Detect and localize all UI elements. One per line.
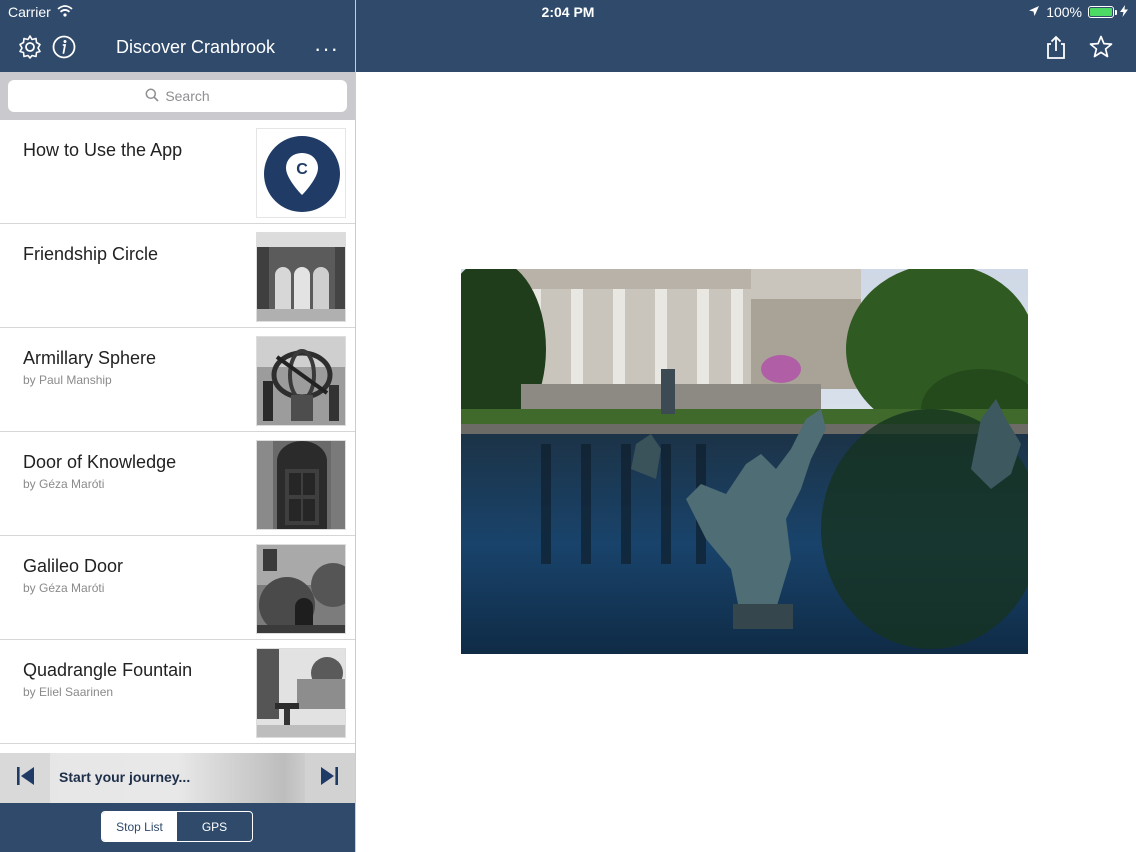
search-icon xyxy=(145,88,159,105)
top-bar: Carrier 2:04 PM 100% Discover Cranbrook … xyxy=(0,0,1136,72)
search-input[interactable]: Search xyxy=(8,80,347,112)
list-item[interactable]: Galileo Door by Géza Maróti xyxy=(0,536,355,640)
stop-title: Quadrangle Fountain xyxy=(23,660,193,680)
status-time: 2:04 PM xyxy=(541,4,595,20)
list-item[interactable]: Quadrangle Fountain by Eliel Saarinen xyxy=(0,640,355,744)
stop-subtitle: by Géza Maróti xyxy=(23,581,105,595)
stop-title: Door of Knowledge xyxy=(23,452,177,472)
view-mode-segmented-control: Stop List GPS xyxy=(101,811,253,842)
detail-pane xyxy=(356,72,1136,852)
list-item[interactable]: How to Use the App C xyxy=(0,120,355,224)
app-title: Discover Cranbrook xyxy=(116,37,276,57)
app-root: Carrier 2:04 PM 100% Discover Cranbrook … xyxy=(0,0,1136,852)
skip-back-icon xyxy=(14,765,36,792)
previous-stop-button[interactable] xyxy=(0,753,50,803)
svg-text:C: C xyxy=(296,161,308,178)
journey-label[interactable]: Start your journey... xyxy=(59,769,190,785)
stop-list: How to Use the App C Friendship Circle A… xyxy=(0,120,355,744)
search-placeholder: Search xyxy=(165,88,210,104)
list-item[interactable]: Friendship Circle xyxy=(0,224,355,328)
stop-subtitle: by Géza Maróti xyxy=(23,477,105,491)
skip-forward-icon xyxy=(319,765,341,792)
search-bar: Search xyxy=(0,72,355,120)
stop-subtitle: by Paul Manship xyxy=(23,373,112,387)
stop-title: Armillary Sphere xyxy=(23,348,157,368)
location-arrow-icon xyxy=(1028,4,1040,20)
stop-title: Friendship Circle xyxy=(23,244,159,264)
stop-list-segment[interactable]: Stop List xyxy=(102,812,177,841)
status-right: 100% xyxy=(1028,4,1128,20)
quadrangle-fountain-thumbnail xyxy=(256,648,346,738)
more-options-button[interactable]: ··· xyxy=(314,36,339,62)
journey-bar: Start your journey... xyxy=(0,753,355,803)
app-logo-thumbnail: C xyxy=(256,128,346,218)
gear-icon[interactable] xyxy=(17,34,43,60)
share-icon[interactable] xyxy=(1043,34,1069,60)
stop-subtitle: by Eliel Saarinen xyxy=(23,685,114,699)
status-bar: Carrier 2:04 PM 100% xyxy=(0,0,1136,24)
friendship-circle-thumbnail xyxy=(256,232,346,322)
door-of-knowledge-thumbnail xyxy=(256,440,346,530)
sidebar: Search How to Use the App C Friendship C… xyxy=(0,72,355,852)
list-item[interactable]: Door of Knowledge by Géza Maróti xyxy=(0,432,355,536)
charging-icon xyxy=(1120,4,1128,20)
next-stop-button[interactable] xyxy=(305,753,355,803)
info-icon[interactable] xyxy=(51,34,77,60)
gps-segment[interactable]: GPS xyxy=(177,812,252,841)
bottom-toolbar: Stop List GPS xyxy=(0,803,355,852)
battery-percent: 100% xyxy=(1046,4,1082,20)
list-item[interactable]: Armillary Sphere by Paul Manship xyxy=(0,328,355,432)
armillary-sphere-thumbnail xyxy=(256,336,346,426)
galileo-door-thumbnail xyxy=(256,544,346,634)
stop-title: How to Use the App xyxy=(23,140,183,160)
stop-title: Galileo Door xyxy=(23,556,124,576)
star-icon[interactable] xyxy=(1088,34,1114,60)
sidebar-nav-bar: Discover Cranbrook ··· xyxy=(0,24,355,72)
battery-icon xyxy=(1088,6,1117,18)
featured-photo xyxy=(461,269,1028,654)
